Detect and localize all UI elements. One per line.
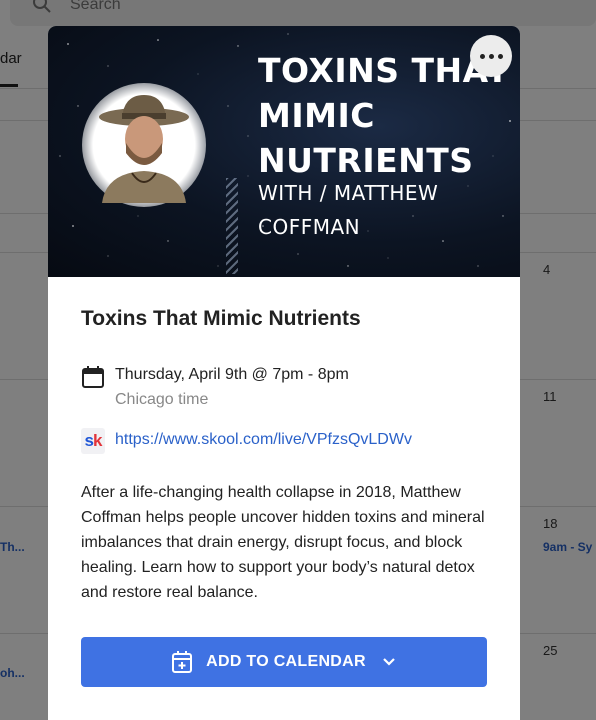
event-link[interactable]: https://www.skool.com/live/VPfzsQvLDWv: [115, 431, 412, 449]
event-timezone: Chicago time: [115, 391, 209, 408]
event-cover-image: TOXINS THAT MIMIC NUTRIENTS WITH / MATTH…: [48, 26, 520, 277]
chevron-down-icon: [383, 658, 395, 666]
decorative-hatch: [226, 178, 238, 274]
speaker-portrait: [82, 83, 206, 207]
more-dots-icon: [479, 53, 485, 59]
more-dots-icon: [497, 53, 503, 59]
cover-byline: WITH / MATTHEW COFFMAN: [258, 181, 439, 239]
event-datetime: Thursday, April 9th @ 7pm - 8pm: [115, 366, 349, 383]
add-to-calendar-button[interactable]: ADD TO CALENDAR: [81, 637, 487, 687]
more-dots-icon: [488, 53, 494, 59]
calendar-add-icon: [172, 651, 193, 673]
calendar-icon: [82, 366, 104, 388]
event-description: After a life-changing health collapse in…: [81, 484, 485, 601]
event-modal: TOXINS THAT MIMIC NUTRIENTS WITH / MATTH…: [48, 26, 520, 720]
event-title: Toxins That Mimic Nutrients: [81, 307, 361, 330]
skool-logo-icon: sk: [81, 428, 105, 454]
add-to-calendar-label: ADD TO CALENDAR: [206, 653, 366, 670]
more-options-button[interactable]: [470, 35, 512, 77]
